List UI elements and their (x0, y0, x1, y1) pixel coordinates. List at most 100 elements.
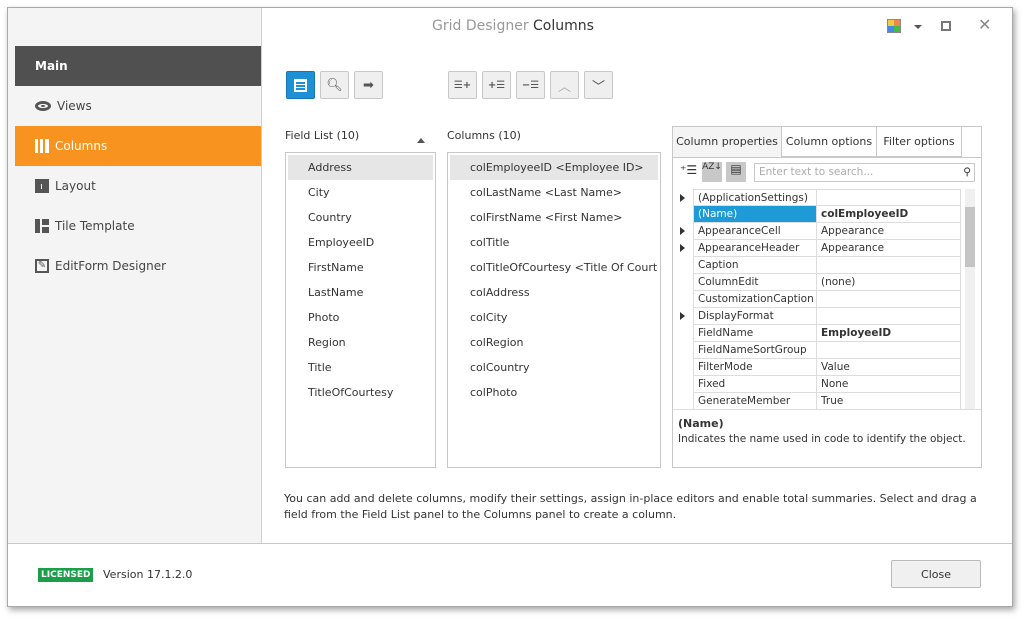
property-value[interactable]: Appearance (817, 223, 961, 239)
columns-icon (35, 139, 49, 153)
property-name: FilterMode (693, 359, 817, 375)
property-row[interactable]: AppearanceCell Appearance (680, 223, 961, 240)
property-value[interactable]: Value (817, 359, 961, 375)
add-column-icon: ☰+ (453, 79, 472, 91)
columns-label: Columns (10) (447, 129, 521, 142)
property-row[interactable]: Caption (693, 257, 961, 274)
expand-icon[interactable] (680, 194, 685, 202)
property-name: FieldName (693, 325, 817, 341)
property-name: Caption (693, 257, 817, 273)
property-value[interactable]: None (817, 376, 961, 392)
list-item[interactable]: colRegion (450, 330, 658, 355)
expand-icon[interactable] (680, 312, 685, 320)
close-window-button[interactable]: ✕ (978, 15, 991, 34)
property-value[interactable]: colEmployeeID (817, 206, 961, 222)
move-up-button[interactable]: ︿ (550, 71, 579, 99)
alphabetical-sort-icon[interactable]: AZ↓ (702, 162, 722, 182)
property-name: FieldNameSortGroup (693, 342, 817, 358)
sidebar-item-views[interactable]: Views (15, 86, 261, 126)
expand-icon[interactable] (680, 227, 685, 235)
property-value[interactable]: (none) (817, 274, 961, 290)
list-item[interactable]: colLastName <Last Name> (450, 180, 658, 205)
sidebar-item-columns[interactable]: Columns (15, 126, 261, 166)
insert-column-button[interactable]: +☰ (482, 71, 511, 99)
property-name: (Name) (693, 206, 817, 222)
list-item[interactable]: colEmployeeID <Employee ID> (450, 155, 658, 180)
sidebar-item-layout[interactable]: Layout (15, 166, 261, 206)
property-value[interactable] (817, 190, 961, 205)
layout-icon (35, 219, 49, 233)
skin-palette-icon[interactable] (887, 19, 901, 33)
search-button[interactable]: 🔍︎ (320, 71, 349, 99)
dropdown-arrow-icon[interactable] (914, 25, 922, 29)
property-row[interactable]: FieldNameSortGroup (693, 342, 961, 359)
list-item[interactable]: colFirstName <First Name> (450, 205, 658, 230)
retrieve-fields-button[interactable]: ➡ (354, 71, 383, 99)
categorized-icon[interactable]: ⁺☰ (680, 163, 697, 177)
sidebar-item-tile-template[interactable]: Tile Template (15, 206, 261, 246)
property-name: CustomizationCaption (693, 291, 817, 307)
list-item[interactable]: colTitleOfCourtesy <Title Of Courtesy> (450, 255, 658, 280)
property-row[interactable]: FilterMode Value (693, 359, 961, 376)
list-item[interactable]: Title (288, 355, 433, 380)
property-grid-scrollbar[interactable] (965, 189, 975, 410)
property-value[interactable] (817, 342, 961, 358)
property-row[interactable]: DisplayFormat (680, 308, 961, 325)
list-item[interactable]: Photo (288, 305, 433, 330)
list-item[interactable]: LastName (288, 280, 433, 305)
list-item[interactable]: Address (288, 155, 433, 180)
property-row[interactable]: FieldName EmployeeID (693, 325, 961, 342)
field-list-label: Field List (10) (285, 129, 360, 142)
list-item[interactable]: City (288, 180, 433, 205)
property-row[interactable]: (Name) colEmployeeID (693, 206, 961, 223)
remove-column-button[interactable]: −☰ (516, 71, 545, 99)
property-row[interactable]: ColumnEdit (none) (693, 274, 961, 291)
property-value[interactable]: True (817, 393, 961, 409)
maximize-button[interactable] (941, 21, 951, 31)
property-row[interactable]: (ApplicationSettings) (680, 189, 961, 206)
list-item[interactable]: colAddress (450, 280, 658, 305)
property-search-input[interactable]: Enter text to search... ⚲ (754, 163, 975, 182)
tab-column-properties[interactable]: Column properties (672, 126, 782, 157)
eye-icon (35, 101, 51, 111)
list-item[interactable]: TitleOfCourtesy (288, 380, 433, 405)
property-value[interactable] (817, 291, 961, 307)
expand-icon[interactable] (680, 244, 685, 252)
property-value[interactable]: EmployeeID (817, 325, 961, 341)
field-list[interactable]: Address City Country EmployeeID FirstName Las… (285, 152, 436, 468)
list-item[interactable]: Country (288, 205, 433, 230)
property-value[interactable] (817, 257, 961, 273)
field-list-toggle-button[interactable] (286, 71, 315, 99)
list-item[interactable]: colCity (450, 305, 658, 330)
sort-arrow-icon[interactable] (417, 138, 425, 143)
property-row[interactable]: CustomizationCaption (693, 291, 961, 308)
edit-form-icon: ✎ (35, 259, 49, 273)
property-pages-icon[interactable]: ▤ (726, 162, 746, 182)
columns-list[interactable]: colEmployeeID <Employee ID> colLastName <… (447, 152, 661, 468)
sidebar-item-main[interactable]: Main (15, 46, 261, 86)
list-item[interactable]: Region (288, 330, 433, 355)
grid-designer-window: Main Views Columns Layout Tile Template … (7, 7, 1013, 607)
sidebar-item-editform-designer[interactable]: ✎ EditForm Designer (15, 246, 261, 286)
close-button[interactable]: Close (891, 560, 981, 588)
property-name: AppearanceCell (693, 223, 817, 239)
move-down-button[interactable]: ﹀ (584, 71, 613, 99)
property-row[interactable]: Fixed None (693, 376, 961, 393)
list-icon (294, 78, 307, 92)
property-name: DisplayFormat (693, 308, 817, 324)
property-row[interactable]: AppearanceHeader Appearance (680, 240, 961, 257)
property-grid[interactable]: (ApplicationSettings) (Name) colEmployeeID… (680, 189, 961, 410)
list-item[interactable]: colPhoto (450, 380, 658, 405)
tab-column-options[interactable]: Column options (781, 126, 877, 157)
property-row[interactable]: GenerateMember True (693, 393, 961, 410)
property-name: ColumnEdit (693, 274, 817, 290)
list-item[interactable]: EmployeeID (288, 230, 433, 255)
property-value[interactable]: Appearance (817, 240, 961, 256)
property-value[interactable] (817, 308, 961, 324)
list-item[interactable]: colCountry (450, 355, 658, 380)
list-item[interactable]: FirstName (288, 255, 433, 280)
add-column-button[interactable]: ☰+ (448, 71, 477, 99)
tab-filter-options[interactable]: Filter options (876, 126, 962, 157)
insert-column-icon: +☰ (487, 79, 506, 91)
list-item[interactable]: colTitle (450, 230, 658, 255)
